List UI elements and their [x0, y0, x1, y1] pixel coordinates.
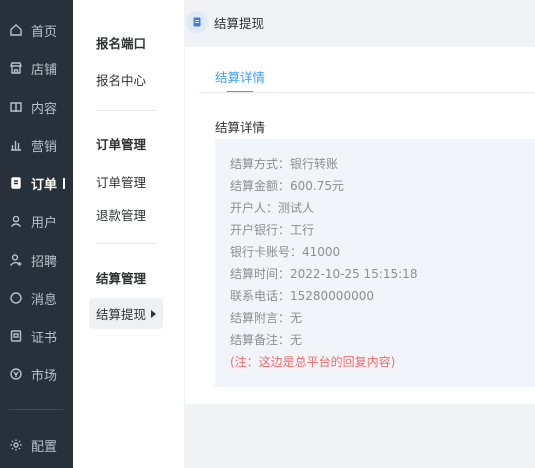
nav-item-orders[interactable]: 订单	[0, 171, 73, 195]
nav-label-users: 用户	[31, 215, 58, 231]
info-bank: 开户银行：工行	[230, 223, 315, 237]
nav-item-store[interactable]: 店铺	[0, 56, 73, 80]
store-icon	[9, 61, 23, 75]
nav-label-store: 店铺	[31, 62, 58, 78]
chart-icon	[9, 138, 23, 152]
market-icon	[9, 367, 23, 381]
submenu-item-settlement-label: 结算提现	[96, 307, 147, 322]
message-icon	[9, 291, 23, 305]
info-remark-message: 结算附言：无	[230, 311, 303, 325]
caret-right-icon	[151, 309, 157, 318]
settlement-info-box: 结算方式：银行转账 结算金额：600.75元 开户人：测试人 开户银行：工行 银…	[215, 139, 535, 387]
breadcrumb: 结算提现	[186, 10, 264, 34]
submenu-item-order-management[interactable]: 订单管理	[96, 172, 146, 191]
section-title: 结算详情	[215, 120, 266, 135]
nav-item-users[interactable]: 用户	[0, 209, 73, 233]
certificate-icon	[9, 329, 23, 343]
submenu-item-signup-center[interactable]: 报名中心	[96, 70, 146, 89]
sub-menu: 报名端口 报名中心 订单管理 订单管理 退款管理 结算管理 结算提现	[73, 0, 184, 468]
submenu-item-settlement-withdraw[interactable]: 结算提现	[89, 298, 163, 329]
info-settlement-time: 结算时间：2022-10-25 15:15:18	[230, 267, 418, 281]
submenu-item-refund-management[interactable]: 退款管理	[96, 205, 146, 224]
tab-settlement-detail[interactable]: 结算详情	[215, 67, 265, 86]
book-icon	[9, 100, 23, 114]
nav-item-content[interactable]: 内容	[0, 95, 73, 119]
settlement-detail-card: 结算详情 结算详情 结算方式：银行转账 结算金额：600.75元 开户人：测试人…	[185, 47, 535, 404]
nav-item-messages[interactable]: 消息	[0, 286, 73, 310]
nav-label-content: 内容	[31, 101, 58, 117]
nav-label-orders: 订单	[31, 177, 58, 193]
info-settlement-amount: 结算金额：600.75元	[230, 179, 344, 193]
submenu-divider	[96, 243, 156, 244]
nav-label-marketing: 营销	[31, 139, 58, 155]
submenu-divider	[96, 110, 156, 111]
nav-label-market: 市场	[31, 368, 58, 384]
info-settlement-method: 结算方式：银行转账	[230, 157, 339, 171]
active-indicator	[63, 177, 66, 189]
nav-item-marketing[interactable]: 营销	[0, 133, 73, 157]
user-icon	[9, 214, 23, 228]
gear-icon	[9, 438, 23, 452]
order-icon	[9, 176, 23, 190]
recruit-icon	[9, 253, 23, 267]
page-title: 结算提现	[214, 15, 265, 31]
nav-label-home: 首页	[31, 24, 58, 40]
submenu-heading-signup: 报名端口	[96, 36, 147, 51]
submenu-heading-orders: 订单管理	[96, 137, 147, 152]
info-phone: 联系电话：15280000000	[230, 289, 374, 303]
tab-divider	[199, 92, 535, 93]
info-remark-note: 结算备注：无	[230, 333, 303, 347]
nav-item-certificates[interactable]: 证书	[0, 324, 73, 348]
main-nav-rail: 首页 店铺 内容 营销 订单 用户 招聘 消息 证书 市场 配置	[0, 0, 73, 468]
submenu-heading-settlement: 结算管理	[96, 271, 147, 286]
nav-item-home[interactable]: 首页	[0, 18, 73, 42]
nav-item-config[interactable]: 配置	[0, 433, 73, 457]
info-account-holder: 开户人：测试人	[230, 201, 315, 215]
nav-label-recruit: 招聘	[31, 254, 58, 270]
nav-label-certificates: 证书	[31, 330, 58, 346]
nav-item-market[interactable]: 市场	[0, 362, 73, 386]
nav-item-recruit[interactable]: 招聘	[0, 248, 73, 272]
nav-label-messages: 消息	[31, 292, 58, 308]
platform-reply-note: (注：这边是总平台的回复内容)	[230, 355, 396, 369]
nav-divider	[9, 409, 63, 410]
nav-label-config: 配置	[31, 439, 58, 455]
home-icon	[9, 23, 23, 37]
clipboard-icon	[186, 11, 208, 33]
info-card-number: 银行卡账号：41000	[230, 245, 341, 259]
